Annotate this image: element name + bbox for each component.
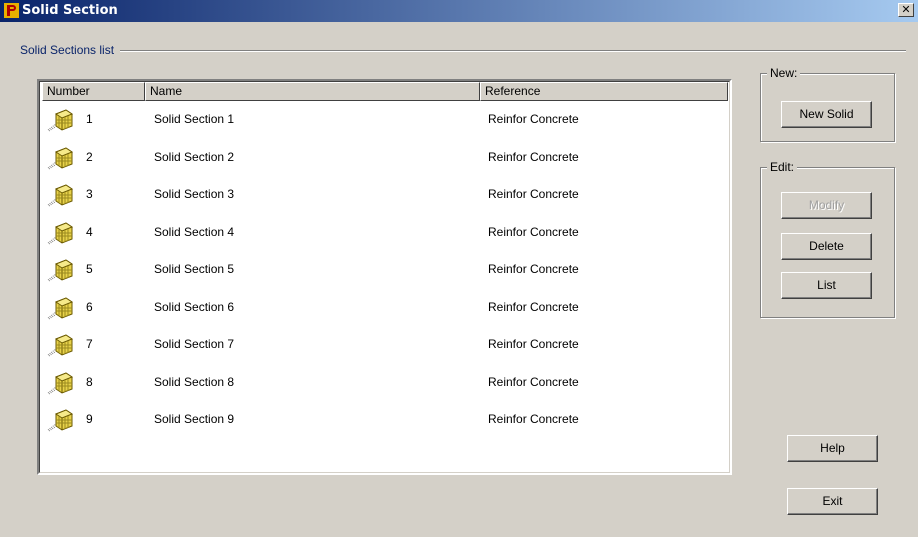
row-reference: Reinfor Concrete (488, 262, 579, 276)
row-reference: Reinfor Concrete (488, 187, 579, 201)
solid-sections-list-label: Solid Sections list (20, 43, 121, 57)
row-name: Solid Section 8 (154, 374, 235, 389)
row-number: 3 (86, 187, 93, 201)
section-divider (20, 50, 906, 52)
table-row[interactable]: 7 Solid Section 7 Reinfor Concrete (42, 328, 728, 365)
row-number: 8 (86, 374, 93, 389)
table-row[interactable]: 4 Solid Section 4 Reinfor Concrete (42, 216, 728, 253)
solid-section-icon (46, 255, 76, 283)
list-header: Number Name Reference (42, 82, 728, 101)
row-name: Solid Section 2 (154, 149, 235, 164)
modify-button[interactable]: Modify (781, 192, 872, 219)
solid-sections-list[interactable]: Number Name Reference 1 Solid Section 1 Re… (37, 79, 732, 475)
row-name: Solid Section 4 (154, 224, 235, 239)
close-icon: ✕ (901, 3, 911, 16)
solid-section-icon (46, 180, 76, 208)
row-reference: Reinfor Concrete (488, 112, 579, 126)
row-name: Solid Section 6 (154, 299, 235, 314)
row-reference: Reinfor Concrete (488, 412, 579, 426)
row-number: 2 (86, 149, 93, 164)
exit-button[interactable]: Exit (787, 488, 878, 515)
new-group: New: New Solid (760, 66, 895, 142)
new-solid-button[interactable]: New Solid (781, 101, 872, 128)
solid-section-icon (46, 105, 76, 133)
solid-section-icon (46, 293, 76, 321)
row-number: 5 (86, 262, 93, 276)
solid-section-icon (46, 368, 76, 396)
row-name: Solid Section 9 (154, 412, 235, 426)
solid-section-icon (46, 218, 76, 246)
table-row[interactable]: 3 Solid Section 3 Reinfor Concrete (42, 178, 728, 215)
edit-group-label: Edit: (767, 160, 798, 174)
table-row[interactable]: 9 Solid Section 9 Reinfor Concrete (42, 403, 728, 440)
row-name: Solid Section 1 (154, 112, 235, 126)
row-name: Solid Section 7 (154, 337, 235, 351)
row-number: 9 (86, 412, 93, 426)
close-button[interactable]: ✕ (898, 3, 914, 17)
edit-group: Edit: Modify Delete List (760, 160, 895, 318)
row-number: 7 (86, 337, 93, 351)
table-row[interactable]: 2 Solid Section 2 Reinfor Concrete (42, 141, 728, 178)
solid-section-icon (46, 330, 76, 358)
table-row[interactable]: 1 Solid Section 1 Reinfor Concrete (42, 103, 728, 140)
row-number: 1 (86, 112, 93, 126)
title-bar: Solid Section ✕ (0, 0, 918, 22)
row-name: Solid Section 5 (154, 262, 235, 276)
row-reference: Reinfor Concrete (488, 337, 579, 351)
row-name: Solid Section 3 (154, 187, 235, 201)
row-reference: Reinfor Concrete (488, 224, 579, 239)
row-reference: Reinfor Concrete (488, 299, 579, 314)
table-row[interactable]: 8 Solid Section 8 Reinfor Concrete (42, 366, 728, 403)
row-reference: Reinfor Concrete (488, 149, 579, 164)
window-title: Solid Section (22, 3, 118, 18)
row-reference: Reinfor Concrete (488, 374, 579, 389)
solid-section-icon (46, 405, 76, 433)
delete-button[interactable]: Delete (781, 233, 872, 260)
help-button[interactable]: Help (787, 435, 878, 462)
table-row[interactable]: 6 Solid Section 6 Reinfor Concrete (42, 291, 728, 328)
column-header-name[interactable]: Name (145, 82, 480, 101)
new-group-label: New: (767, 66, 801, 80)
column-header-reference[interactable]: Reference (480, 82, 728, 101)
solid-section-icon (46, 143, 76, 171)
app-logo-icon (4, 3, 19, 18)
list-button[interactable]: List (781, 272, 872, 299)
column-header-number[interactable]: Number (42, 82, 145, 101)
table-row[interactable]: 5 Solid Section 5 Reinfor Concrete (42, 253, 728, 290)
row-number: 6 (86, 299, 93, 314)
row-number: 4 (86, 224, 93, 239)
